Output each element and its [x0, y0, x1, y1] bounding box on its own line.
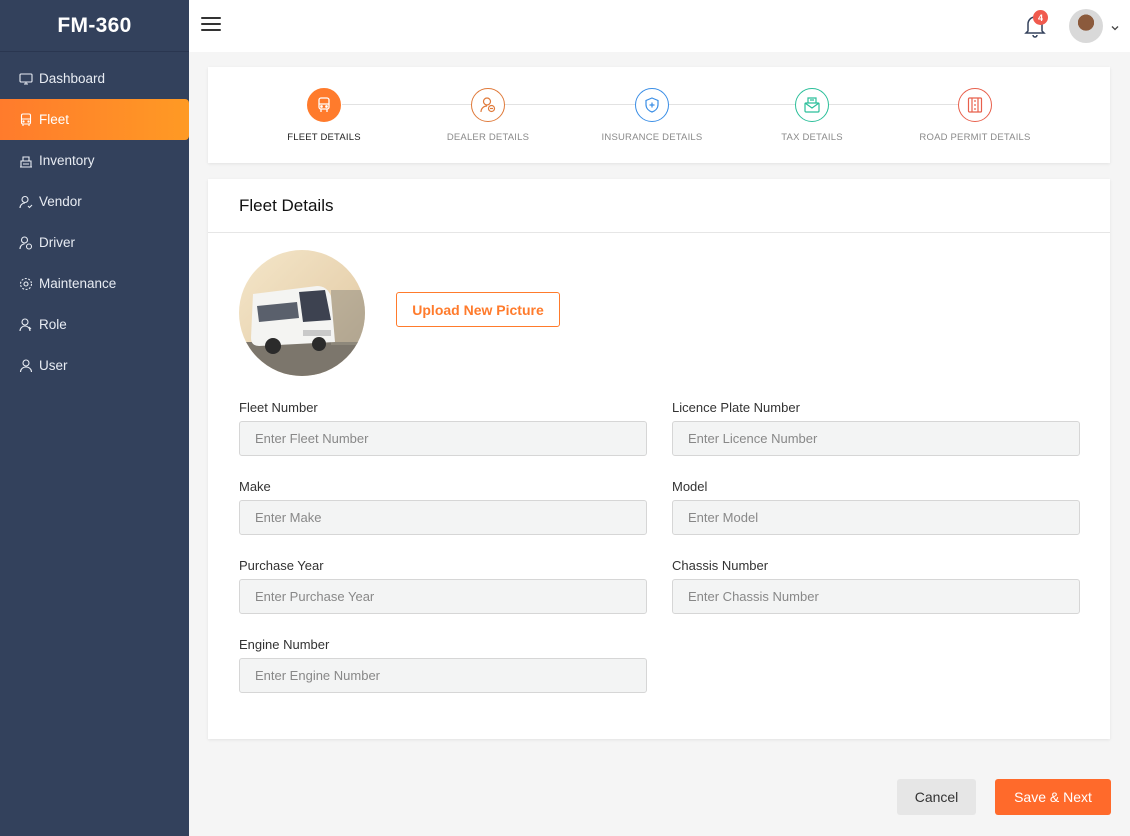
field-label: Licence Plate Number [672, 400, 800, 415]
chassis-number-field: Chassis Number [672, 558, 1080, 614]
step-insurance-details[interactable]: INSURANCE DETAILS [572, 88, 732, 143]
licence-plate-field: Licence Plate Number [672, 400, 1080, 456]
sidebar-item-label: User [39, 358, 68, 373]
engine-number-field: Engine Number [239, 637, 647, 693]
driver-icon [18, 235, 33, 250]
step-label: FLEET DETAILS [287, 132, 361, 143]
model-input[interactable] [672, 500, 1080, 535]
form-title: Fleet Details [208, 179, 1110, 233]
avatar[interactable] [1069, 9, 1103, 43]
fleet-number-input[interactable] [239, 421, 647, 456]
step-label: DEALER DETAILS [446, 132, 530, 143]
sidebar-item-label: Inventory [39, 153, 95, 168]
purchase-year-input[interactable] [239, 579, 647, 614]
sidebar-item-vendor[interactable]: Vendor [0, 181, 189, 222]
sidebar-item-dashboard[interactable]: Dashboard [0, 58, 189, 99]
shield-icon [635, 88, 669, 122]
step-tax-details[interactable]: TAX DETAILS [732, 88, 892, 143]
sidebar-item-label: Driver [39, 235, 75, 250]
user-icon [18, 358, 33, 373]
sidebar-item-label: Role [39, 317, 67, 332]
monitor-icon [18, 71, 33, 86]
role-icon [18, 317, 33, 332]
fleet-photo [239, 250, 365, 376]
field-label: Make [239, 479, 271, 494]
sidebar-item-label: Vendor [39, 194, 82, 209]
sidebar-item-driver[interactable]: Driver [0, 222, 189, 263]
sidebar: FM-360 Dashboard Fleet Inventory Vendor [0, 0, 189, 836]
field-label: Engine Number [239, 637, 330, 652]
step-dealer-details[interactable]: DEALER DETAILS [408, 88, 568, 143]
licence-plate-input[interactable] [672, 421, 1080, 456]
step-label: ROAD PERMIT DETAILS [919, 132, 1031, 143]
field-label: Purchase Year [239, 558, 324, 573]
fleet-details-card: Fleet Details Upload New Picture Fleet N… [208, 179, 1110, 739]
sidebar-item-user[interactable]: User [0, 345, 189, 386]
inventory-icon [18, 153, 33, 168]
sidebar-item-label: Dashboard [39, 71, 106, 86]
field-label: Fleet Number [239, 400, 318, 415]
chevron-down-icon[interactable] [1110, 20, 1120, 31]
bus-icon [18, 112, 33, 127]
save-next-button[interactable]: Save & Next [995, 779, 1111, 815]
topbar: 4 [189, 0, 1130, 52]
sidebar-item-label: Maintenance [39, 276, 117, 291]
make-field: Make [239, 479, 647, 535]
road-permit-icon [958, 88, 992, 122]
field-label: Model [672, 479, 708, 494]
cancel-button[interactable]: Cancel [897, 779, 976, 815]
upload-picture-button[interactable]: Upload New Picture [396, 292, 560, 327]
notification-badge: 4 [1033, 10, 1048, 25]
vendor-icon [18, 194, 33, 209]
tax-envelope-icon [795, 88, 829, 122]
sidebar-nav: Dashboard Fleet Inventory Vendor Driver [0, 58, 189, 386]
gear-icon [18, 276, 33, 291]
sidebar-item-inventory[interactable]: Inventory [0, 140, 189, 181]
sidebar-item-role[interactable]: Role [0, 304, 189, 345]
step-road-permit-details[interactable]: ROAD PERMIT DETAILS [895, 88, 1055, 143]
make-input[interactable] [239, 500, 647, 535]
purchase-year-field: Purchase Year [239, 558, 647, 614]
model-field: Model [672, 479, 1080, 535]
engine-number-input[interactable] [239, 658, 647, 693]
chassis-number-input[interactable] [672, 579, 1080, 614]
step-label: INSURANCE DETAILS [601, 132, 703, 143]
menu-toggle-icon[interactable] [201, 17, 221, 33]
sidebar-item-maintenance[interactable]: Maintenance [0, 263, 189, 304]
field-label: Chassis Number [672, 558, 769, 573]
brand-logo: FM-360 [0, 0, 189, 52]
bus-icon [307, 88, 341, 122]
step-label: TAX DETAILS [781, 132, 843, 143]
fleet-number-field: Fleet Number [239, 400, 647, 456]
sidebar-item-label: Fleet [39, 112, 70, 127]
stepper-card: FLEET DETAILS DEALER DETAILS INSURANCE D… [208, 67, 1110, 163]
sidebar-item-fleet[interactable]: Fleet [0, 99, 189, 140]
step-fleet-details[interactable]: FLEET DETAILS [244, 88, 404, 143]
dealer-icon [471, 88, 505, 122]
